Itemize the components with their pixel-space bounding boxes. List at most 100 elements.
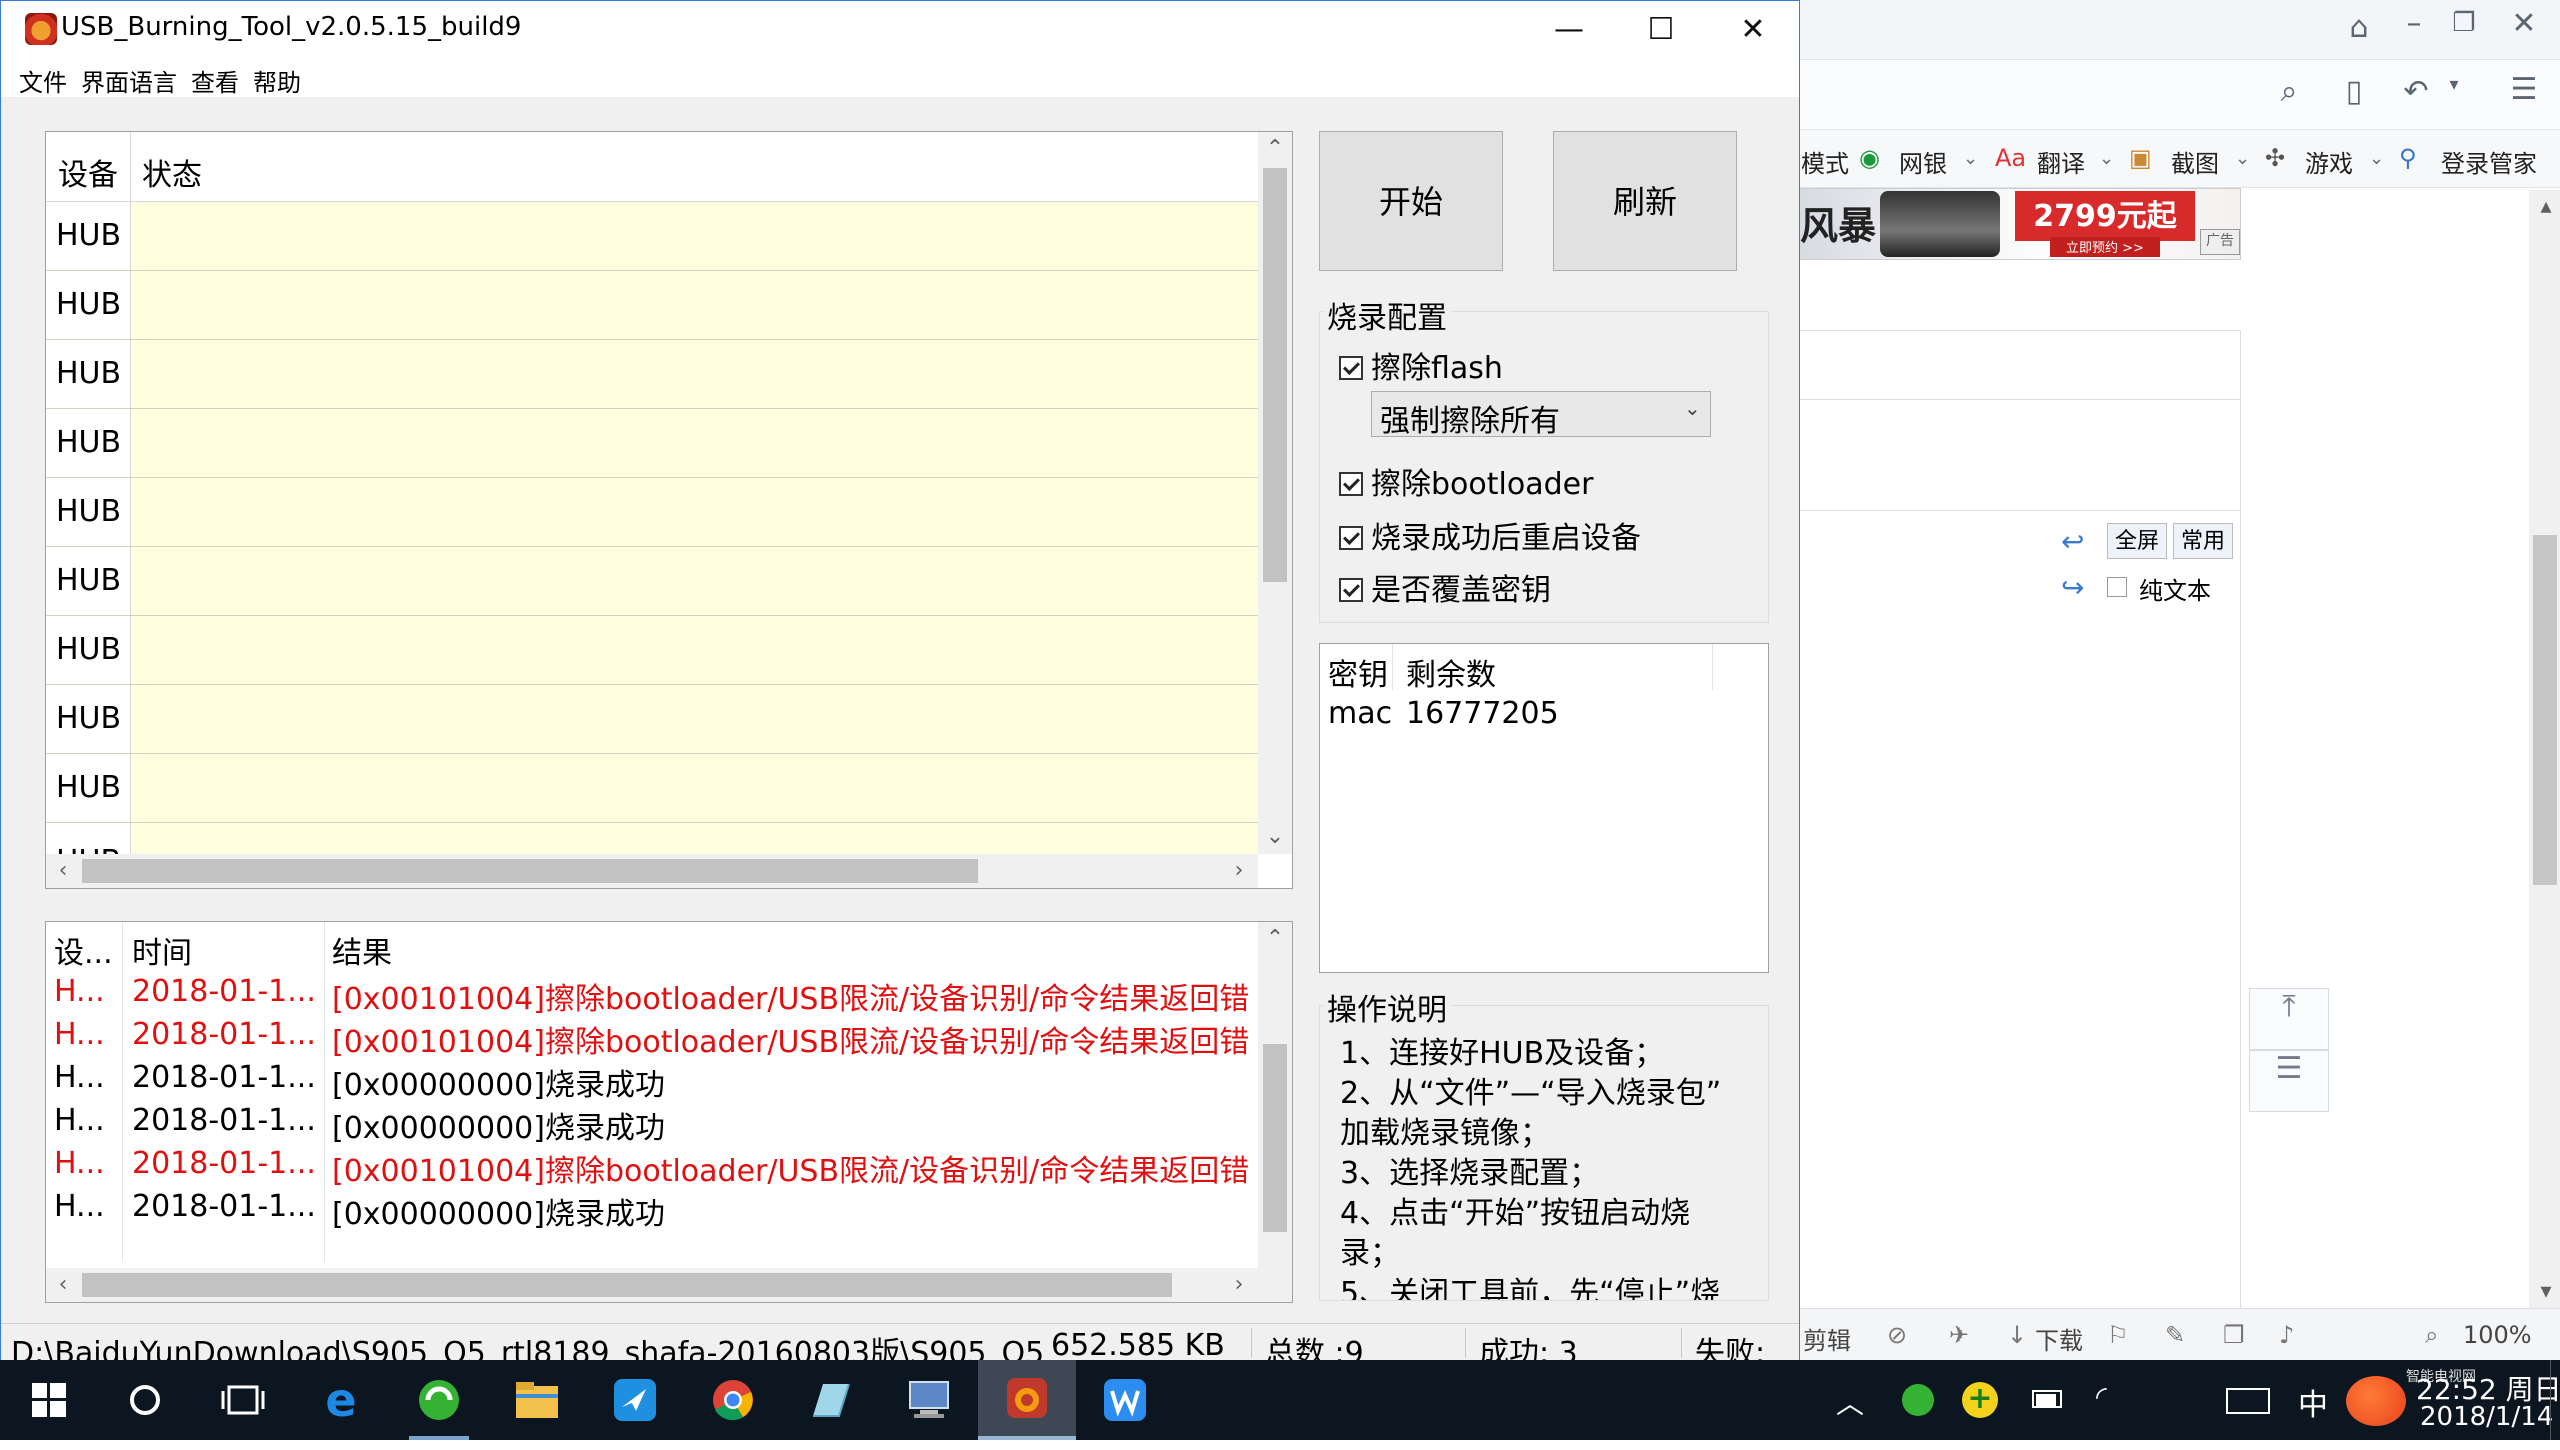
table-row[interactable]: HUB — [46, 754, 1258, 823]
device-table-vscroll[interactable]: ⌃ ⌄ — [1258, 132, 1292, 854]
burn-log-table[interactable]: 设... 时间 结果 H... 2018-01-1... [0x00101004… — [45, 921, 1293, 1303]
table-row[interactable]: HUB — [46, 340, 1258, 409]
search-circle-icon[interactable] — [96, 1360, 194, 1440]
chevron-down-icon[interactable]: ▾ — [2429, 74, 2479, 95]
vscroll-thumb[interactable] — [1263, 1044, 1287, 1232]
column-separator[interactable] — [130, 132, 131, 202]
checkbox-checked-icon[interactable] — [1339, 356, 1363, 380]
window-icon[interactable]: ❐ — [2223, 1321, 2245, 1349]
column-log-time[interactable]: 时间 — [132, 928, 192, 972]
device-table-hscroll[interactable]: ‹ › — [46, 854, 1258, 888]
browser-restore-icon[interactable]: ❐ — [2439, 8, 2489, 38]
hscroll-thumb[interactable] — [82, 859, 978, 883]
window-titlebar[interactable]: USB_Burning_Tool_v2.0.5.15_build9 — ☐ ✕ — [1, 1, 1799, 59]
checkbox-checked-icon[interactable] — [1339, 578, 1363, 602]
key-remaining-table[interactable]: 密钥 剩余数 mac 16777205 — [1319, 643, 1769, 973]
pin-icon[interactable]: ✈ — [1949, 1321, 1969, 1349]
battery-icon[interactable] — [2032, 1390, 2062, 1408]
scroll-left-icon[interactable]: ‹ — [46, 1268, 80, 1302]
column-device[interactable]: 设备 — [58, 150, 118, 194]
status-download[interactable]: 下载 — [2035, 1321, 2083, 1356]
chevron-down-icon[interactable]: ⌄ — [2369, 148, 2384, 169]
list-icon[interactable]: ☰ — [2249, 1050, 2329, 1112]
clean-icon[interactable]: ✎ — [2165, 1321, 2185, 1349]
column-status[interactable]: 状态 — [142, 150, 202, 194]
scroll-up-icon[interactable]: ▴ — [2529, 190, 2560, 224]
table-row[interactable]: HUB — [46, 409, 1258, 478]
erase-mode-select[interactable]: 强制擦除所有 ⌄ — [1371, 391, 1711, 439]
edge-browser-icon[interactable]: e — [292, 1360, 390, 1440]
minimize-button[interactable]: — — [1523, 1, 1615, 59]
close-button[interactable]: ✕ — [1707, 1, 1799, 59]
menu-icon[interactable]: ☰ — [2499, 72, 2549, 107]
usb-burning-tool-taskbar-icon[interactable] — [978, 1360, 1076, 1440]
computer-app-icon[interactable] — [880, 1360, 978, 1440]
scroll-left-icon[interactable]: ‹ — [46, 854, 80, 888]
table-row[interactable]: HUB — [46, 547, 1258, 616]
status-clip[interactable]: 剪辑 — [1803, 1321, 1851, 1356]
ime-indicator[interactable]: 中 — [2298, 1380, 2328, 1424]
scroll-down-icon[interactable]: ▾ — [2529, 1275, 2560, 1309]
menu-help[interactable]: 帮助 — [253, 63, 301, 98]
device-status-table[interactable]: 设备 状态 HUB HUB HUB HUB HUB HUB HUB HUB HU… — [45, 131, 1293, 889]
log-table-vscroll[interactable]: ⌃ — [1258, 922, 1292, 1268]
reboot-after-success-checkbox[interactable]: 烧录成功后重启设备 — [1339, 513, 1641, 557]
tray-360-icon[interactable] — [1902, 1384, 1934, 1416]
checkbox-checked-icon[interactable] — [1339, 472, 1363, 496]
wifi-icon[interactable]: ◜ — [2096, 1380, 2107, 1413]
overwrite-key-checkbox[interactable]: 是否覆盖密钥 — [1339, 565, 1551, 609]
forward-arrow-icon[interactable]: ↪ — [2061, 571, 2084, 604]
skin-icon[interactable]: ⌂ — [2334, 10, 2384, 45]
erase-flash-checkbox[interactable]: 擦除flash — [1339, 343, 1503, 387]
browser-input-box[interactable] — [1799, 330, 2241, 400]
log-row[interactable]: H... 2018-01-1... [0x00000000]烧录成功 — [46, 1058, 1258, 1103]
hscroll-thumb[interactable] — [82, 1273, 1172, 1297]
keyboard-icon[interactable] — [2226, 1388, 2270, 1414]
phone-icon[interactable]: ▯ — [2329, 74, 2379, 109]
menu-file[interactable]: 文件 — [19, 63, 67, 98]
bird-app-icon[interactable] — [586, 1360, 684, 1440]
menu-language[interactable]: 界面语言 — [81, 63, 177, 98]
file-explorer-icon[interactable] — [488, 1360, 586, 1440]
back-arrow-icon[interactable]: ↩ — [2061, 525, 2084, 558]
notes-app-icon[interactable] — [782, 1360, 880, 1440]
table-row[interactable]: HUB — [46, 685, 1258, 754]
scroll-down-icon[interactable]: ⌄ — [1258, 820, 1292, 854]
scroll-right-icon[interactable]: › — [1222, 1268, 1256, 1302]
start-button[interactable]: 开始 — [1319, 131, 1503, 271]
download-icon[interactable]: ↓ — [2007, 1321, 2027, 1349]
log-row[interactable]: H... 2018-01-1... [0x00000000]烧录成功 — [46, 1187, 1258, 1232]
flag-icon[interactable]: ⚐ — [2107, 1321, 2129, 1349]
chrome-icon[interactable] — [684, 1360, 782, 1440]
column-separator[interactable] — [1392, 644, 1393, 690]
refresh-button[interactable]: 刷新 — [1553, 131, 1737, 271]
vscroll-thumb[interactable] — [1263, 168, 1287, 582]
fav-games[interactable]: 游戏 — [2305, 144, 2353, 179]
volume-icon[interactable]: ♪ — [2279, 1321, 2294, 1349]
browser-scrollbar[interactable]: ▴ ▾ — [2529, 190, 2560, 1310]
table-row[interactable]: HUB — [46, 271, 1258, 340]
tray-chevron-up-icon[interactable]: ︿ — [1836, 1382, 1864, 1422]
fav-translate[interactable]: 翻译 — [2037, 144, 2085, 179]
chevron-down-icon[interactable]: ⌄ — [2235, 148, 2250, 169]
fullscreen-button[interactable]: 全屏 — [2107, 523, 2167, 559]
advertisement-banner[interactable]: 风暴 2799元起 立即预约 >> 广告 — [1799, 188, 2241, 260]
log-row[interactable]: H... 2018-01-1... [0x00101004]擦除bootload… — [46, 1015, 1258, 1060]
scroll-up-icon[interactable]: ⌃ — [1258, 922, 1292, 956]
show-desktop-button[interactable] — [2550, 1360, 2560, 1440]
360-browser-icon[interactable] — [390, 1360, 488, 1440]
speed-icon[interactable]: ⊘ — [1887, 1321, 1907, 1349]
task-view-icon[interactable] — [194, 1360, 292, 1440]
erase-bootloader-checkbox[interactable]: 擦除bootloader — [1339, 459, 1593, 503]
common-button[interactable]: 常用 — [2173, 523, 2233, 559]
fav-login-manager[interactable]: 登录管家 — [2441, 144, 2537, 179]
zoom-level[interactable]: 100% — [2463, 1321, 2532, 1349]
table-row[interactable]: HUB — [46, 478, 1258, 547]
table-row[interactable]: HUB — [46, 202, 1258, 271]
search-icon[interactable]: ⌕ — [2264, 74, 2314, 109]
zoom-icon[interactable]: ⌕ — [2425, 1321, 2438, 1349]
table-row[interactable]: HUB — [46, 616, 1258, 685]
log-table-hscroll[interactable]: ‹ › — [46, 1268, 1292, 1302]
column-key[interactable]: 密钥 — [1328, 650, 1388, 694]
browser-scroll-thumb[interactable] — [2533, 535, 2557, 885]
